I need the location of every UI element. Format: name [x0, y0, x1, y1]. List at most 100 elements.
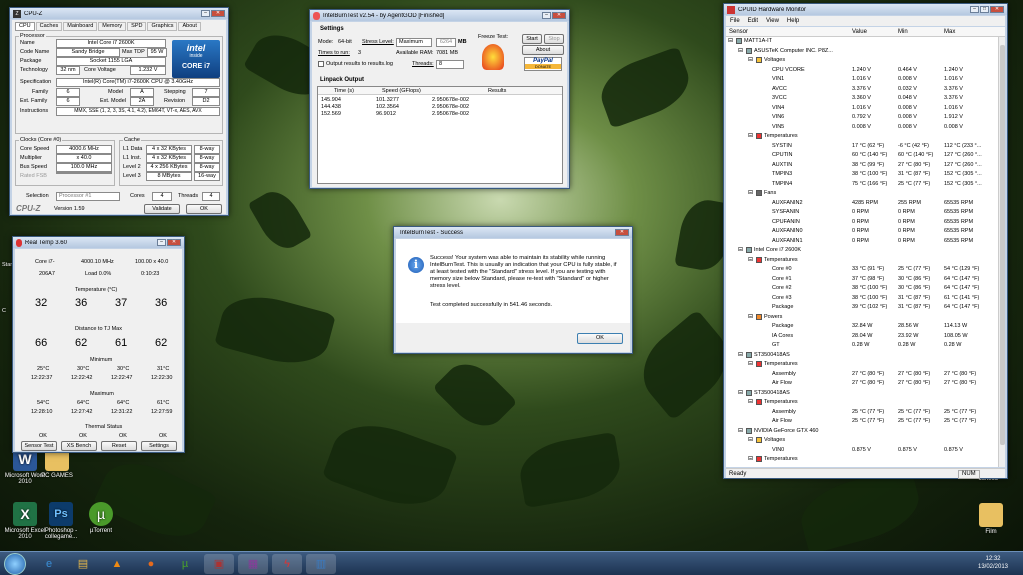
cpuz-titlebar[interactable]: Z CPU-Z – ✕ [10, 8, 228, 19]
collapse-toggle-icon[interactable]: ⊟ [748, 256, 753, 263]
about-button[interactable]: About [522, 45, 564, 55]
collapse-toggle-icon[interactable]: ⊟ [748, 56, 753, 63]
sensor-row[interactable]: Assembly 25 °C (77 °F) 25 °C (77 °F) 25 °C … [726, 408, 998, 416]
sensor-group-row[interactable]: ⊟ Voltages [726, 436, 998, 444]
tab-spd[interactable]: SPD [127, 22, 147, 31]
dialog-titlebar[interactable]: IntelBurnTest - Success ✕ [394, 227, 632, 238]
firefox-icon[interactable]: ● [136, 554, 166, 574]
sensor-group-row[interactable]: ⊟ Temperatures [726, 360, 998, 368]
stress-mb-field[interactable]: 6264 [436, 38, 456, 47]
cpuz-window[interactable]: Z CPU-Z – ✕ CPU Caches Mainboard Memory … [9, 7, 229, 216]
collapse-toggle-icon[interactable]: ⊟ [728, 37, 733, 44]
ibt-task-icon[interactable]: ϟ [272, 554, 302, 574]
collapse-toggle-icon[interactable]: ⊟ [748, 313, 753, 320]
collapse-toggle-icon[interactable]: ⊟ [748, 455, 753, 462]
threads-dropdown[interactable]: 8 [436, 60, 464, 69]
tab-caches[interactable]: Caches [35, 22, 63, 31]
tray-clock[interactable]: 12:32 13/02/2013 [968, 555, 1018, 571]
col-sensor[interactable]: Sensor [729, 27, 748, 37]
ok-button[interactable]: OK [186, 204, 222, 214]
minimize-button[interactable]: – [201, 10, 210, 17]
sensor-row[interactable]: Core #3 38 °C (100 °F) 31 °C (87 °F) 61 °C … [726, 294, 998, 302]
success-dialog[interactable]: IntelBurnTest - Success ✕ i Success! You… [393, 226, 633, 354]
ibt-titlebar[interactable]: IntelBurnTest v2.54 - by AgentGOD [Finis… [310, 10, 569, 21]
sensor-row[interactable]: Assembly 27 °C (80 °F) 27 °C (80 °F) 27 °C … [726, 370, 998, 378]
close-button[interactable]: ✕ [615, 229, 629, 236]
ie-icon[interactable]: e [34, 554, 64, 574]
close-button[interactable]: ✕ [552, 12, 566, 19]
minimize-button[interactable]: – [542, 12, 551, 19]
sensor-row[interactable]: Package 32.84 W 28.56 W 114.13 W [726, 322, 998, 330]
settings-button[interactable]: Settings [141, 441, 177, 451]
sensor-group-row[interactable]: ⊟ Temperatures [726, 256, 998, 264]
menu-view[interactable]: View [766, 16, 779, 26]
tab-about[interactable]: About [178, 22, 201, 31]
sensor-row[interactable]: VIN4 1.016 V 0.008 V 1.016 V [726, 104, 998, 112]
sensor-row[interactable]: Air Flow 27 °C (80 °F) 27 °C (80 °F) 27 °C … [726, 379, 998, 387]
start-button[interactable]: Start [522, 34, 542, 44]
sensor-row[interactable]: CPUFANIN 0 RPM 0 RPM 65535 RPM [726, 218, 998, 226]
sensor-row[interactable]: VIN1 1.016 V 0.008 V 1.016 V [726, 75, 998, 83]
menu-file[interactable]: File [730, 16, 740, 26]
sensor-row[interactable]: Package 39 °C (102 °F) 31 °C (87 °F) 64 °C … [726, 303, 998, 311]
sensor-row[interactable]: VIN6 0.792 V 0.008 V 1.912 V [726, 113, 998, 121]
sensor-row[interactable]: Core #2 38 °C (100 °F) 30 °C (86 °F) 64 °C … [726, 284, 998, 292]
sensor-row[interactable]: CPUTIN 60 °C (140 °F) 60 °C (140 °F) 127 °C… [726, 151, 998, 159]
tab-cpu[interactable]: CPU [15, 22, 35, 31]
sensor-group-row[interactable]: ⊟ Fans [726, 189, 998, 197]
device-node-row[interactable]: ⊟ Intel Core i7 2600K [726, 246, 998, 254]
start-button[interactable] [4, 553, 26, 575]
hwmon-titlebar[interactable]: CPUID Hardware Monitor – □ ✕ [724, 4, 1007, 15]
hwmon-tree[interactable]: ⊟ MATT1A-IT ⊟ ASUSTeK Computer INC. P8Z... ⊟… [726, 37, 998, 467]
sensor-row[interactable]: AUXFANIN2 4285 RPM 255 RPM 65535 RPM [726, 199, 998, 207]
explorer-icon[interactable]: ▤ [68, 554, 98, 574]
collapse-toggle-icon[interactable]: ⊟ [748, 189, 753, 196]
ok-button[interactable]: OK [577, 333, 623, 344]
desktop-icon-film[interactable]: Film [966, 503, 1016, 535]
device-node-row[interactable]: ⊟ ST3500418AS [726, 351, 998, 359]
sensor-group-row[interactable]: ⊟ Temperatures [726, 398, 998, 406]
scrollbar-thumb[interactable] [1000, 45, 1005, 445]
collapse-toggle-icon[interactable]: ⊟ [738, 351, 743, 358]
sensor-row[interactable]: AVCC 3.376 V 0.032 V 3.376 V [726, 85, 998, 93]
sensor-row[interactable]: AUXFANIN0 0 RPM 0 RPM 65535 RPM [726, 227, 998, 235]
minimize-button[interactable]: – [157, 239, 166, 246]
sensor-row[interactable]: AUXTIN 38 °C (99 °F) 27 °C (80 °F) 127 °C (… [726, 161, 998, 169]
tab-memory[interactable]: Memory [98, 22, 127, 31]
xs-bench-button[interactable]: XS Bench [61, 441, 97, 451]
menu-help[interactable]: Help [787, 16, 799, 26]
device-node-row[interactable]: ⊟ MATT1A-IT [726, 37, 998, 45]
sensor-test-button[interactable]: Sensor Test [21, 441, 57, 451]
desktop-icon-utorrent[interactable]: µ µTorrent [76, 502, 126, 534]
close-button[interactable]: ✕ [990, 6, 1004, 13]
maximize-button[interactable]: □ [980, 6, 989, 13]
ibt-window[interactable]: IntelBurnTest v2.54 - by AgentGOD [Finis… [309, 9, 570, 189]
paypal-donate-button[interactable]: PayPal DONATE [524, 57, 562, 71]
device-node-row[interactable]: ⊟ ASUSTeK Computer INC. P8Z... [726, 47, 998, 55]
reset-button[interactable]: Reset [101, 441, 137, 451]
hwmon-scrollbar[interactable] [998, 37, 1005, 467]
sensor-row[interactable]: Core #1 37 °C (98 °F) 30 °C (86 °F) 64 °C (… [726, 275, 998, 283]
sensor-row[interactable]: Air Flow 25 °C (77 °F) 25 °C (77 °F) 25 °C … [726, 417, 998, 425]
sensor-row[interactable]: SYSTIN 17 °C (62 °F) -6 °C (42 °F) 112 °C (… [726, 142, 998, 150]
validate-button[interactable]: Validate [144, 204, 180, 214]
sensor-row[interactable]: CPU VCORE 1.240 V 0.464 V 1.240 V [726, 66, 998, 74]
collapse-toggle-icon[interactable]: ⊟ [738, 246, 743, 253]
utorrent-icon[interactable]: µ [170, 554, 200, 574]
sensor-row[interactable]: GT 0.28 W 0.28 W 0.28 W [726, 341, 998, 349]
col-min[interactable]: Min [898, 27, 908, 37]
collapse-toggle-icon[interactable]: ⊟ [738, 47, 743, 54]
vlc-icon[interactable]: ▲ [102, 554, 132, 574]
sensor-row[interactable]: AUXFANIN1 0 RPM 0 RPM 65535 RPM [726, 237, 998, 245]
sensor-group-row[interactable]: ⊟ Temperatures [726, 455, 998, 463]
device-node-row[interactable]: ⊟ NVIDIA GeForce GTX 460 [726, 427, 998, 435]
collapse-toggle-icon[interactable]: ⊟ [738, 427, 743, 434]
cpuz-task-icon[interactable]: ▣ [204, 554, 234, 574]
cpuid-task-icon[interactable]: ▦ [238, 554, 268, 574]
realtemp-window[interactable]: Real Temp 3.60 – ✕ Core i7- 4000.10 MHz … [12, 236, 185, 453]
sensor-group-row[interactable]: ⊟ Voltages [726, 56, 998, 64]
selection-dropdown[interactable]: Processor #1 [56, 192, 120, 201]
sensor-row[interactable]: TMPIN4 75 °C (166 °F) 25 °C (77 °F) 152 °C … [726, 180, 998, 188]
close-button[interactable]: ✕ [211, 10, 225, 17]
sensor-row[interactable]: VIN5 0.008 V 0.008 V 0.008 V [726, 123, 998, 131]
